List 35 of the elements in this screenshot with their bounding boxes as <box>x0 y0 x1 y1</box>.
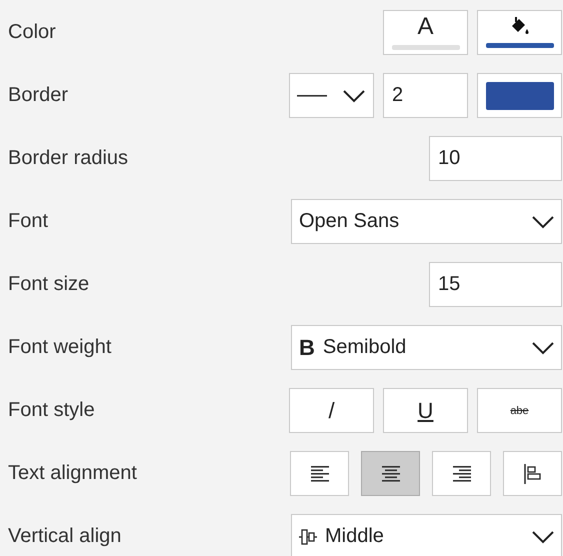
alignment-button[interactable] <box>432 451 491 496</box>
caret-icon <box>531 214 555 228</box>
vertical-align-dropdown[interactable]: Middle <box>291 514 562 556</box>
fill-color-button[interactable] <box>477 10 562 55</box>
alignment-button[interactable] <box>503 451 562 496</box>
property-label: Border radius <box>8 147 128 170</box>
text-color-button[interactable]: A <box>383 10 468 55</box>
font-dropdown[interactable]: Open Sans <box>291 199 562 244</box>
property-label: Font size <box>8 273 90 296</box>
border-color-button[interactable] <box>477 73 562 118</box>
number-field[interactable]: 15 <box>429 262 562 307</box>
align-middle-icon <box>299 526 317 546</box>
number-field[interactable]: 10 <box>429 136 562 181</box>
alignment-button[interactable] <box>361 451 420 496</box>
caret-icon <box>531 530 555 544</box>
property-label: Color <box>8 21 56 44</box>
border-width-field[interactable]: 2 <box>383 73 468 118</box>
property-label: Font <box>8 210 48 233</box>
italic-button[interactable]: / <box>289 388 374 433</box>
strike-button[interactable]: abe <box>477 388 562 433</box>
font-weight-dropdown[interactable]: B Semibold <box>291 325 562 370</box>
property-label: Text alignment <box>8 462 137 485</box>
align-center-icon <box>382 466 400 482</box>
alignment-button[interactable] <box>290 451 349 496</box>
caret-icon <box>531 340 555 354</box>
align-top-icon <box>524 464 542 484</box>
solid-line-icon <box>297 94 328 98</box>
property-label: Font weight <box>8 336 112 359</box>
property-label: Font style <box>8 399 95 422</box>
underline-button[interactable]: U <box>383 388 468 433</box>
border-style-dropdown[interactable] <box>289 73 374 118</box>
align-left-icon <box>310 466 328 482</box>
property-label: Border <box>8 84 68 107</box>
property-label: Vertical align <box>8 525 122 548</box>
align-right-icon <box>452 466 470 482</box>
